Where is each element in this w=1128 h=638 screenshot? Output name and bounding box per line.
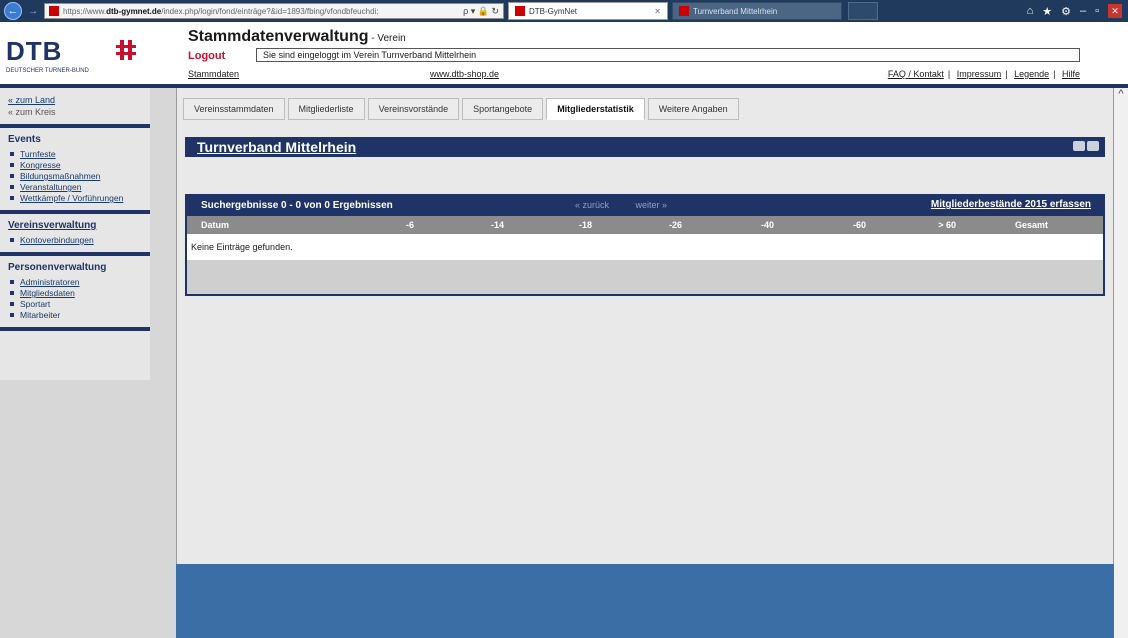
- minimize-icon[interactable]: –: [1080, 5, 1086, 17]
- personenverwaltung-heading: Personenverwaltung: [8, 262, 107, 273]
- close-tab-icon[interactable]: ✕: [654, 7, 661, 16]
- logo-text: DTB: [6, 36, 63, 66]
- logo-mark-icon: [116, 40, 138, 60]
- favorites-star-icon[interactable]: ★: [1042, 5, 1052, 18]
- results-bar: Suchergebnisse 0 - 0 von 0 Ergebnissen «…: [187, 194, 1103, 216]
- sidebar-personen-block: Personenverwaltung Administratoren Mitgl…: [0, 256, 150, 331]
- forward-arrow-icon[interactable]: →: [28, 6, 38, 17]
- browser-tab-label: Turnverband Mittelrhein: [693, 6, 778, 16]
- events-heading: Events: [8, 134, 41, 145]
- sidebar: « zum Land « zum Kreis Events Turnfeste …: [0, 88, 150, 380]
- new-tab-button[interactable]: [848, 2, 878, 20]
- nav-to-land-link[interactable]: « zum Land: [8, 94, 142, 106]
- next-link[interactable]: weiter »: [636, 200, 668, 210]
- scroll-up-icon[interactable]: ^: [1114, 88, 1128, 100]
- sidebar-item-turnfeste[interactable]: Turnfeste: [8, 149, 142, 159]
- hilfe-link[interactable]: Hilfe: [1062, 69, 1080, 79]
- sidebar-item-kongresse[interactable]: Kongresse: [8, 160, 142, 170]
- sidebar-item-bildungsmassnahmen[interactable]: Bildungsmaßnahmen: [8, 171, 142, 181]
- col-18[interactable]: -18: [504, 220, 592, 230]
- tab-sportangebote[interactable]: Sportangebote: [462, 98, 544, 120]
- logo-subtitle: DEUTSCHER TURNER-BUND: [6, 68, 89, 74]
- col-datum[interactable]: Datum: [187, 220, 247, 230]
- table-header-row: Datum -6 -14 -18 -26 -40 -60 > 60 Gesamt: [187, 216, 1103, 234]
- section-tabs: Vereinsstammdaten Mitgliederliste Verein…: [183, 98, 742, 122]
- verein-title[interactable]: Turnverband Mittelrhein: [197, 139, 356, 155]
- shop-link[interactable]: www.dtb-shop.de: [430, 69, 499, 79]
- col-26[interactable]: -26: [592, 220, 682, 230]
- window-close-icon[interactable]: ✕: [1108, 4, 1122, 18]
- sidebar-item-kontoverbindungen[interactable]: Kontoverbindungen: [8, 235, 142, 245]
- settings-gear-icon[interactable]: ⚙: [1061, 5, 1071, 18]
- page-header: DTB DEUTSCHER TURNER-BUND Stammdatenverw…: [0, 22, 1128, 88]
- window-maximize-icon[interactable]: [1087, 141, 1099, 151]
- dtb-logo[interactable]: DTB DEUTSCHER TURNER-BUND: [6, 36, 156, 76]
- browser-tab-inactive[interactable]: Turnverband Mittelrhein: [672, 2, 842, 20]
- browser-toolbar: ← → https://www. dtb-gymnet.de/index.php/…: [0, 0, 1128, 22]
- site-favicon-icon: [49, 6, 59, 16]
- url-prefix: https://www.: [63, 6, 107, 16]
- sidebar-item-administratoren[interactable]: Administratoren: [8, 277, 142, 287]
- sidebar-item-wettkaempfe[interactable]: Wettkämpfe / Vorführungen: [8, 193, 142, 203]
- col-over-60[interactable]: > 60: [866, 220, 956, 230]
- col-40[interactable]: -40: [682, 220, 774, 230]
- tab-favicon-icon: [515, 6, 525, 16]
- page-scrollbar[interactable]: ^: [1114, 88, 1128, 638]
- sidebar-verein-block: Vereinsverwaltung Kontoverbindungen: [0, 214, 150, 256]
- band-icons: [1073, 141, 1099, 151]
- faq-contact-link[interactable]: FAQ / Kontakt: [888, 69, 944, 79]
- stammdaten-link[interactable]: Stammdaten: [188, 69, 239, 79]
- col-60[interactable]: -60: [774, 220, 866, 230]
- results-summary: Suchergebnisse 0 - 0 von 0 Ergebnissen: [201, 199, 393, 211]
- logout-link[interactable]: Logout: [188, 50, 225, 62]
- browser-tab-label: DTB-GymNet: [529, 6, 577, 16]
- page-title: Stammdatenverwaltung - Verein: [188, 28, 406, 46]
- nav-to-kreis-link[interactable]: « zum Kreis: [8, 106, 142, 118]
- tab-vereinsvorstaende[interactable]: Vereinsvorstände: [367, 98, 460, 120]
- url-host: dtb-gymnet.de: [106, 6, 162, 16]
- verein-title-band: Turnverband Mittelrhein: [185, 137, 1105, 157]
- address-bar-controls[interactable]: ρ ▾ 🔒 ↻: [463, 6, 503, 17]
- sidebar-item-mitgliedsdaten[interactable]: Mitgliedsdaten: [8, 288, 142, 298]
- page-title-main: Stammdatenverwaltung: [188, 28, 369, 45]
- window-controls: ⌂ ★ ⚙ – ▫ ✕: [1027, 4, 1128, 18]
- impressum-link[interactable]: Impressum: [957, 69, 1002, 79]
- results-table: Suchergebnisse 0 - 0 von 0 Ergebnissen «…: [185, 194, 1105, 296]
- sidebar-nav-block: « zum Land « zum Kreis: [0, 88, 150, 128]
- pagination: « zurück weiter »: [575, 200, 691, 210]
- sidebar-events-block: Events Turnfeste Kongresse Bildungsmaßna…: [0, 128, 150, 214]
- back-arrow-icon[interactable]: ←: [4, 2, 22, 20]
- col-14[interactable]: -14: [414, 220, 504, 230]
- empty-row: Keine Einträge gefunden.: [187, 234, 1103, 260]
- maximize-icon[interactable]: ▫: [1095, 5, 1099, 17]
- col-gesamt[interactable]: Gesamt: [956, 220, 1048, 230]
- tab-favicon-icon: [679, 6, 689, 16]
- top-links: FAQ / Kontakt | Impressum | Legende | Hilfe: [887, 69, 1080, 79]
- legende-link[interactable]: Legende: [1014, 69, 1049, 79]
- sidebar-item-mitarbeiter[interactable]: Mitarbeiter: [8, 310, 142, 320]
- col-6[interactable]: -6: [247, 220, 414, 230]
- tab-mitgliederstatistik[interactable]: Mitgliederstatistik: [546, 98, 645, 120]
- address-bar[interactable]: https://www. dtb-gymnet.de/index.php/logi…: [44, 3, 504, 19]
- capture-members-link[interactable]: Mitgliederbestände 2015 erfassen: [931, 199, 1091, 210]
- main-content: Vereinsstammdaten Mitgliederliste Verein…: [176, 88, 1114, 564]
- sidebar-item-sportart[interactable]: Sportart: [8, 299, 142, 309]
- browser-tab-active[interactable]: DTB-GymNet ✕: [508, 2, 668, 20]
- tab-vereinsstammdaten[interactable]: Vereinsstammdaten: [183, 98, 285, 120]
- login-status: Sie sind eingeloggt im Verein Turnverban…: [256, 48, 1080, 62]
- sidebar-item-veranstaltungen[interactable]: Veranstaltungen: [8, 182, 142, 192]
- window-minimize-icon[interactable]: [1073, 141, 1085, 151]
- url-path: /index.php/login/fond/einträge?&id=1893/…: [161, 6, 379, 16]
- vereinsverwaltung-heading[interactable]: Vereinsverwaltung: [8, 220, 142, 231]
- tab-mitgliederliste[interactable]: Mitgliederliste: [287, 98, 365, 120]
- tab-weitere-angaben[interactable]: Weitere Angaben: [647, 98, 739, 120]
- home-icon[interactable]: ⌂: [1027, 5, 1034, 17]
- prev-link[interactable]: « zurück: [575, 200, 609, 210]
- page-title-suffix: - Verein: [368, 33, 406, 44]
- bottom-band: [176, 564, 1114, 638]
